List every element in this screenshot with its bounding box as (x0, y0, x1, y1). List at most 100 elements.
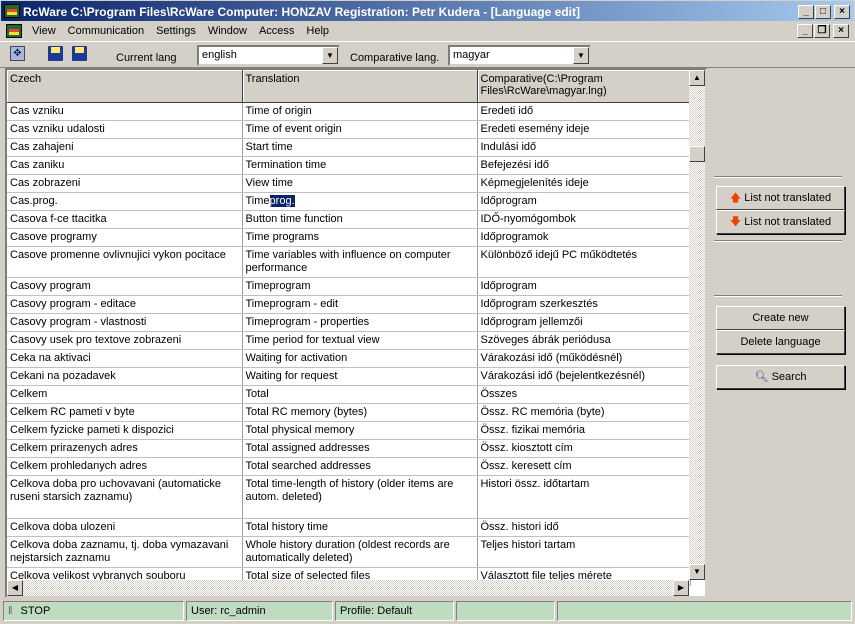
cell-translation[interactable]: Timeprogram (242, 277, 478, 296)
cell-czech[interactable]: Celkem (7, 385, 243, 404)
cell-czech[interactable]: Cas zaniku (7, 156, 243, 175)
cell-translation[interactable]: Timeprogram - edit (242, 295, 478, 314)
cell-czech[interactable]: Casove programy (7, 228, 243, 247)
search-button[interactable]: 🔍︎ Search (716, 365, 845, 389)
table-row[interactable]: Casove promenne ovlivnujici vykon pocita… (7, 246, 691, 278)
table-row[interactable]: Casovy program - vlastnosti Timeprogram -… (7, 313, 691, 332)
cell-comparative[interactable]: Időprogram (477, 277, 691, 296)
cell-translation[interactable]: Timeprogram - properties (242, 313, 478, 332)
comparative-lang-select[interactable]: magyar ▼ (448, 45, 591, 66)
cell-comparative[interactable]: Különböző idejű PC működtetés (477, 246, 691, 278)
cell-czech[interactable]: Cas zobrazeni (7, 174, 243, 193)
table-row[interactable]: Cas.prog. Timeprog. Időprogram (7, 192, 691, 211)
minimize-button[interactable]: _ (798, 5, 814, 19)
cell-comparative[interactable]: Össz. histori idő (477, 518, 691, 537)
cell-czech[interactable]: Casovy usek pro textove zobrazeni (7, 331, 243, 350)
cell-comparative[interactable]: IDŐ-nyomógombok (477, 210, 691, 229)
cell-translation[interactable]: Termination time (242, 156, 478, 175)
cell-translation[interactable]: Waiting for activation (242, 349, 478, 368)
cell-czech[interactable]: Casova f-ce ttacitka (7, 210, 243, 229)
cell-comparative[interactable]: Össz. RC memória (byte) (477, 403, 691, 422)
cell-czech[interactable]: Casovy program - vlastnosti (7, 313, 243, 332)
cell-translation[interactable]: View time (242, 174, 478, 193)
mdi-child-icon[interactable] (6, 24, 22, 38)
horizontal-scrollbar[interactable]: ◀ ▶ (7, 580, 689, 596)
cell-comparative[interactable]: Várakozási idő (működésnél) (477, 349, 691, 368)
cell-czech[interactable]: Casovy program (7, 277, 243, 296)
table-row[interactable]: Ceka na aktivaci Waiting for activation Vá… (7, 349, 691, 368)
cell-comparative[interactable]: Eredeti idő (477, 102, 691, 121)
child-minimize-button[interactable]: _ (797, 24, 813, 38)
cell-czech[interactable]: Casove promenne ovlivnujici vykon pocita… (7, 246, 243, 278)
table-row[interactable]: Casove programy Time programs Időprogramok (7, 228, 691, 247)
table-row[interactable]: Cekani na pozadavek Waiting for request Vá… (7, 367, 691, 386)
menu-settings[interactable]: Settings (150, 25, 202, 37)
cell-czech[interactable]: Ceka na aktivaci (7, 349, 243, 368)
cell-translation[interactable]: Whole history duration (oldest records a… (242, 536, 478, 568)
column-header-comparative[interactable]: Comparative(C:\Program Files\RcWare\magy… (477, 70, 691, 103)
cell-comparative[interactable]: Összes (477, 385, 691, 404)
cell-translation[interactable]: Time period for textual view (242, 331, 478, 350)
cell-czech[interactable]: Cas vzniku (7, 102, 243, 121)
cell-czech[interactable]: Casovy program - editace (7, 295, 243, 314)
menu-access[interactable]: Access (253, 25, 300, 37)
table-row[interactable]: Casovy program Timeprogram Időprogram (7, 277, 691, 296)
cell-czech[interactable]: Cas vzniku udalosti (7, 120, 243, 139)
chevron-down-icon[interactable]: ▼ (322, 47, 338, 64)
cell-comparative[interactable]: Eredeti esemény ideje (477, 120, 691, 139)
next-not-translated-button[interactable]: 🡇 List not translated (716, 210, 845, 234)
cell-czech[interactable]: Celkova doba pro uchovavani (automaticke… (7, 475, 243, 519)
scroll-up-button[interactable]: ▲ (689, 70, 705, 86)
cell-comparative[interactable]: Indulási idő (477, 138, 691, 157)
scroll-right-button[interactable]: ▶ (673, 580, 689, 596)
cell-comparative[interactable]: Időprogram (477, 192, 691, 211)
cell-czech[interactable]: Cas zahajeni (7, 138, 243, 157)
table-row[interactable]: Celkova doba pro uchovavani (automaticke… (7, 475, 691, 519)
table-row[interactable]: Celkova doba zaznamu, tj. doba vymazavan… (7, 536, 691, 568)
table-row[interactable]: Celkem RC pameti v byte Total RC memory (… (7, 403, 691, 422)
cell-comparative[interactable]: Histori össz. időtartam (477, 475, 691, 519)
cell-translation[interactable]: Start time (242, 138, 478, 157)
table-row[interactable]: Celkova doba ulozeni Total history time Ös… (7, 518, 691, 537)
cell-translation[interactable]: Total history time (242, 518, 478, 537)
menu-window[interactable]: Window (202, 25, 253, 37)
delete-language-button[interactable]: Delete language (716, 330, 845, 354)
cell-comparative[interactable]: Várakozási idő (bejelentkezésnél) (477, 367, 691, 386)
scroll-down-button[interactable]: ▼ (689, 564, 705, 580)
cell-comparative[interactable]: Befejezési idő (477, 156, 691, 175)
cell-comparative[interactable]: Szöveges ábrák periódusa (477, 331, 691, 350)
current-lang-select[interactable]: english ▼ (197, 45, 340, 66)
cell-comparative[interactable]: Össz. keresett cím (477, 457, 691, 476)
cell-translation[interactable]: Time variables with influence on compute… (242, 246, 478, 278)
cell-translation[interactable]: Total time-length of history (older item… (242, 475, 478, 519)
cell-comparative[interactable]: Össz. kiosztott cím (477, 439, 691, 458)
table-row[interactable]: Celkem prirazenych adres Total assigned a… (7, 439, 691, 458)
menu-view[interactable]: View (26, 25, 62, 37)
cell-translation[interactable]: Total physical memory (242, 421, 478, 440)
save-icon[interactable] (48, 46, 63, 61)
cell-translation[interactable]: Time of origin (242, 102, 478, 121)
save-all-icon[interactable] (72, 46, 87, 61)
selected-text[interactable]: prog. (269, 194, 295, 207)
cell-czech[interactable]: Celkem prirazenych adres (7, 439, 243, 458)
table-row[interactable]: Cas zobrazeni View time Képmegjelenítés id… (7, 174, 691, 193)
cell-translation[interactable]: Button time function (242, 210, 478, 229)
table-row[interactable]: Celkem fyzicke pameti k dispozici Total p… (7, 421, 691, 440)
table-row[interactable]: Casovy program - editace Timeprogram - ed… (7, 295, 691, 314)
chevron-down-icon[interactable]: ▼ (573, 47, 589, 64)
maximize-button[interactable]: □ (815, 5, 831, 19)
cell-comparative[interactable]: Teljes histori tartam (477, 536, 691, 568)
cell-czech[interactable]: Celkova doba ulozeni (7, 518, 243, 537)
cell-translation[interactable]: Time programs (242, 228, 478, 247)
table-row[interactable]: Cas zaniku Termination time Befejezési idő (7, 156, 691, 175)
move-icon[interactable]: ✥ (10, 46, 25, 61)
prev-not-translated-button[interactable]: 🡅 List not translated (716, 186, 845, 210)
create-new-button[interactable]: Create new (716, 306, 845, 330)
cell-translation[interactable]: Total RC memory (bytes) (242, 403, 478, 422)
scroll-thumb[interactable] (689, 146, 705, 162)
cell-translation[interactable]: Waiting for request (242, 367, 478, 386)
scroll-left-button[interactable]: ◀ (7, 580, 23, 596)
cell-czech[interactable]: Celkem fyzicke pameti k dispozici (7, 421, 243, 440)
cell-translation[interactable]: Total (242, 385, 478, 404)
cell-czech[interactable]: Celkem prohledanych adres (7, 457, 243, 476)
